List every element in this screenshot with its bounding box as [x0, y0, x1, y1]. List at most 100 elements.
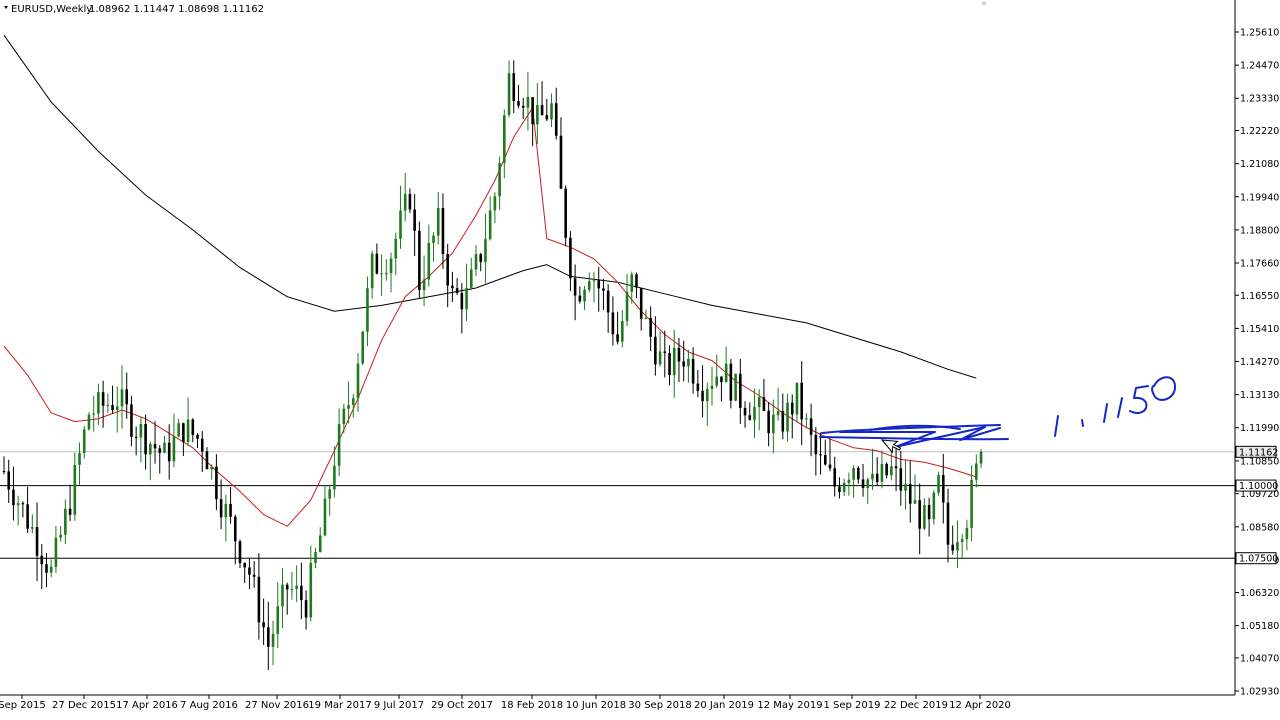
- candle-body: [621, 321, 624, 342]
- candle-body: [351, 398, 355, 405]
- candle-body: [16, 503, 20, 506]
- candle-body: [757, 397, 761, 408]
- candle-body: [569, 237, 572, 279]
- candle-body: [630, 274, 634, 292]
- candle-body: [904, 484, 907, 491]
- candle-body: [814, 434, 818, 455]
- candle-body: [776, 411, 780, 415]
- chart-shift-marker-icon[interactable]: [981, 2, 987, 6]
- candle-body: [890, 466, 893, 476]
- candle-body: [918, 500, 921, 529]
- candle-body: [564, 188, 567, 238]
- candle-body: [772, 414, 775, 434]
- price-tick-label: 1.25610: [1240, 28, 1279, 39]
- candle-body: [125, 389, 129, 405]
- candle-body: [488, 210, 492, 240]
- candle-body: [880, 464, 884, 482]
- candle-body: [705, 389, 709, 402]
- candle-body: [800, 382, 803, 420]
- candle-body: [710, 385, 714, 390]
- candle-body: [40, 555, 44, 565]
- candle-body: [654, 336, 657, 365]
- candle-body: [385, 273, 388, 275]
- candle-body: [503, 115, 506, 163]
- candle-body: [12, 489, 15, 506]
- candle-body: [847, 479, 851, 483]
- handwriting-zero: [1151, 376, 1177, 401]
- candle-body: [455, 288, 459, 293]
- level-price-label: 1.07500: [1239, 554, 1278, 565]
- candle-body: [375, 253, 379, 274]
- time-tick-label: 7 Aug 2016: [180, 700, 238, 711]
- price-tick-label: 1.18800: [1240, 225, 1279, 236]
- price-tick-label: 1.23330: [1240, 94, 1279, 105]
- candle-body: [441, 207, 445, 255]
- candle-body: [309, 562, 313, 618]
- time-axis[interactable]: Sep 2015 27 Dec 2015 17 Apr 2016 7 Aug 2016…: [0, 695, 1011, 711]
- price-tick-label: 1.22220: [1240, 126, 1279, 137]
- price-tick-label: 1.14270: [1240, 357, 1279, 368]
- candle-body: [191, 419, 195, 435]
- candle-body: [300, 585, 303, 601]
- candle-body: [35, 527, 39, 556]
- candle-body: [229, 503, 232, 517]
- time-tick-label: 9 Jul 2017: [374, 700, 424, 711]
- candle-body: [894, 466, 898, 469]
- price-tick-label: 1.05180: [1240, 621, 1279, 632]
- candle-body: [432, 235, 435, 244]
- candle-body: [767, 410, 770, 434]
- candle-body: [139, 424, 143, 438]
- candle-body: [677, 347, 681, 362]
- candle-body: [460, 292, 464, 310]
- handwriting-one-b: [1103, 403, 1108, 423]
- candle-body: [521, 105, 525, 108]
- hand-drawn-annotations: [819, 376, 1177, 448]
- candle-body: [144, 424, 147, 455]
- price-axis[interactable]: 1.25610 1.24470 1.23330 1.22220 1.21080 1.199…: [1235, 28, 1279, 698]
- candle-body: [82, 429, 86, 453]
- candle-body: [823, 455, 827, 465]
- candle-body: [828, 464, 832, 469]
- candle-body: [243, 563, 247, 568]
- candle-body: [597, 280, 601, 289]
- candle-body: [975, 463, 978, 480]
- candle-body: [295, 585, 298, 589]
- candle-body: [380, 273, 383, 275]
- candle-body: [663, 351, 667, 354]
- candle-body: [852, 467, 855, 480]
- candle-body: [314, 552, 317, 563]
- candle-body: [908, 484, 912, 504]
- candle-body: [493, 196, 497, 211]
- candle-body: [59, 534, 62, 538]
- candle-body: [616, 334, 619, 342]
- candle-body: [484, 239, 487, 263]
- candle-body: [451, 285, 454, 289]
- handwriting-dot: [1081, 419, 1084, 427]
- candle-body: [465, 287, 468, 310]
- candle-body: [805, 418, 808, 420]
- price-tick-label: 1.06320: [1240, 588, 1279, 599]
- candle-body: [233, 516, 237, 542]
- price-tick-label: 1.11990: [1240, 423, 1279, 434]
- time-tick-label: 27 Nov 2016: [245, 700, 309, 711]
- candle-body: [370, 253, 374, 289]
- chart-symbol: EURUSD,Weekly: [11, 4, 92, 15]
- candle-body: [158, 448, 162, 453]
- candle-body: [540, 105, 544, 116]
- candle-body: [21, 503, 25, 505]
- candle-body: [333, 465, 336, 490]
- candle-body: [186, 419, 190, 443]
- candle-body: [7, 471, 11, 490]
- candle-body: [960, 539, 964, 542]
- candle-body: [68, 508, 72, 515]
- horizontal-lines: 1.11162 1.10000 1.07500: [0, 445, 1278, 565]
- candle-body: [130, 404, 133, 437]
- symbol-menu-icon[interactable]: [4, 6, 8, 9]
- candle-body: [337, 424, 341, 466]
- candle-body: [649, 317, 652, 337]
- candle-body: [347, 404, 350, 409]
- chart-canvas: EURUSD,Weekly 1.08962 1.11447 1.08698 1.…: [0, 0, 1279, 711]
- candle-body: [403, 193, 407, 211]
- candle-body: [861, 479, 865, 489]
- candle-body: [73, 464, 77, 515]
